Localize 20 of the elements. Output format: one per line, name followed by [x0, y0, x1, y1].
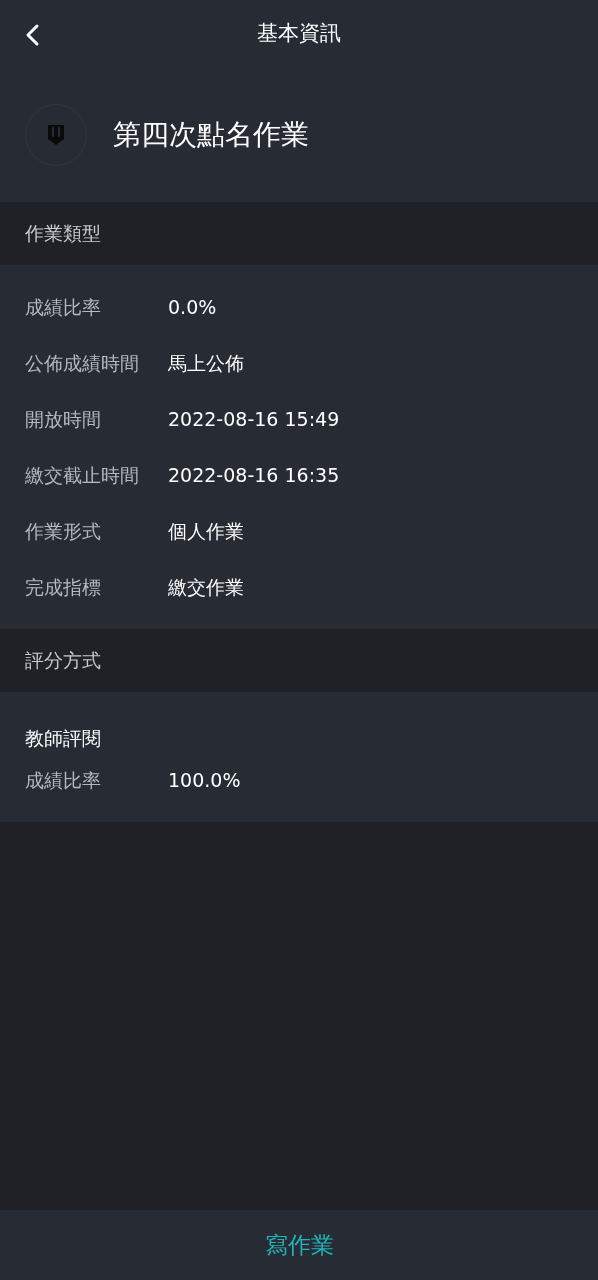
field-value: 2022-08-16 16:35 [168, 462, 340, 488]
field-value: 100.0% [168, 767, 241, 793]
field-value: 個人作業 [168, 518, 244, 544]
field-label: 公佈成績時間 [25, 350, 140, 376]
field-value: 馬上公佈 [168, 350, 244, 376]
field-label: 作業形式 [25, 518, 102, 544]
assignment-title: 第四次點名作業 [113, 117, 309, 153]
field-value: 繳交作業 [168, 574, 244, 600]
write-assignment-button[interactable]: 寫作業 [0, 1210, 598, 1280]
field-label: 開放時間 [25, 406, 102, 432]
field-label: 繳交截止時間 [25, 462, 140, 488]
grading-method: 教師評閱 [25, 725, 101, 751]
field-label: 成績比率 [25, 294, 102, 320]
section-heading: 評分方式 [25, 648, 101, 674]
field-label: 完成指標 [25, 574, 102, 600]
field-value: 0.0% [168, 294, 217, 320]
field-label: 成績比率 [25, 767, 102, 793]
section-heading: 作業類型 [25, 221, 101, 247]
field-value: 2022-08-16 15:49 [168, 406, 340, 432]
page-title: 基本資訊 [257, 20, 341, 48]
